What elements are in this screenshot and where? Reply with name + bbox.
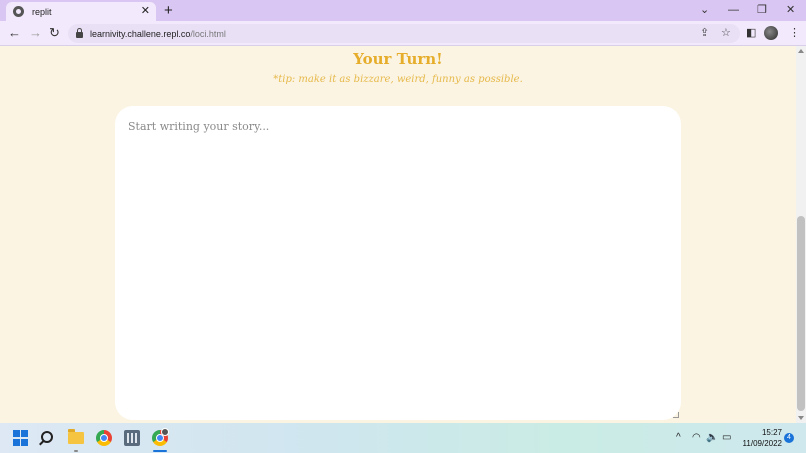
bookmark-star-icon[interactable]: ☆ — [721, 26, 731, 39]
running-indicator — [74, 450, 78, 452]
wifi-icon[interactable]: ◠ — [692, 431, 701, 445]
active-app-indicator — [153, 450, 167, 452]
volume-icon[interactable]: 🔈 — [706, 431, 718, 445]
file-explorer-icon[interactable] — [68, 429, 84, 444]
page-content: Your Turn! *tip: make it as bizzare, wei… — [0, 46, 796, 423]
browser-tab[interactable]: replit ✕ — [6, 2, 156, 21]
menu-kebab-icon[interactable]: ⋮ — [789, 26, 800, 39]
chrome-icon[interactable] — [96, 430, 112, 446]
replit-favicon-icon — [13, 6, 24, 17]
reload-icon[interactable]: ↻ — [49, 25, 60, 41]
forward-arrow-icon[interactable]: → — [29, 25, 42, 41]
tab-close-icon[interactable]: ✕ — [141, 6, 150, 17]
tray-chevron-icon[interactable]: ^ — [676, 431, 681, 445]
close-window-button[interactable]: ✕ — [786, 2, 795, 18]
profile-avatar[interactable] — [764, 26, 778, 40]
tab-strip: replit ✕ + ⌄ — ❐ ✕ — [0, 0, 806, 21]
address-bar[interactable]: learnivity.challene.repl.co/loci.html ⇪ … — [68, 24, 740, 43]
profile-badge-icon — [161, 428, 169, 436]
scrollbar-thumb[interactable] — [797, 216, 805, 411]
minimize-button[interactable]: — — [728, 2, 739, 18]
browser-toolbar: ← → ↻ learnivity.challene.repl.co/loci.h… — [0, 21, 806, 46]
scroll-up-icon[interactable] — [798, 49, 804, 53]
tab-title: replit — [32, 6, 52, 17]
scroll-down-icon[interactable] — [798, 416, 804, 420]
side-panel-icon[interactable]: ◧ — [746, 26, 756, 39]
resize-handle-icon[interactable] — [673, 412, 679, 418]
tab-search-icon[interactable]: ⌄ — [700, 2, 709, 18]
calculator-icon[interactable] — [124, 430, 140, 446]
start-windows-icon[interactable] — [13, 430, 29, 446]
new-tab-button[interactable]: + — [164, 2, 173, 19]
page-heading: Your Turn! — [353, 50, 443, 68]
windows-taskbar: ^ ◠ 🔈 ▭ 15:27 11/09/2022 4 — [0, 423, 806, 453]
lock-icon — [76, 28, 83, 38]
search-icon[interactable] — [41, 431, 53, 443]
battery-icon[interactable]: ▭ — [722, 431, 731, 445]
story-placeholder: Start writing your story... — [128, 120, 270, 133]
clock-time: 15:27 — [761, 428, 782, 437]
back-arrow-icon[interactable]: ← — [8, 25, 21, 41]
url-host: learnivity.challene.repl.co — [90, 28, 191, 39]
story-textarea[interactable]: Start writing your story... — [115, 106, 681, 420]
restore-button[interactable]: ❐ — [757, 2, 767, 18]
share-icon[interactable]: ⇪ — [700, 26, 709, 39]
tip-text: *tip: make it as bizzare, weird, funny a… — [273, 74, 523, 85]
clock-date: 11/09/2022 — [742, 439, 782, 448]
url-path: /loci.html — [190, 28, 226, 39]
clock[interactable]: 15:27 11/09/2022 — [738, 427, 782, 449]
page-scrollbar[interactable] — [796, 46, 806, 423]
notification-badge[interactable]: 4 — [784, 433, 794, 443]
